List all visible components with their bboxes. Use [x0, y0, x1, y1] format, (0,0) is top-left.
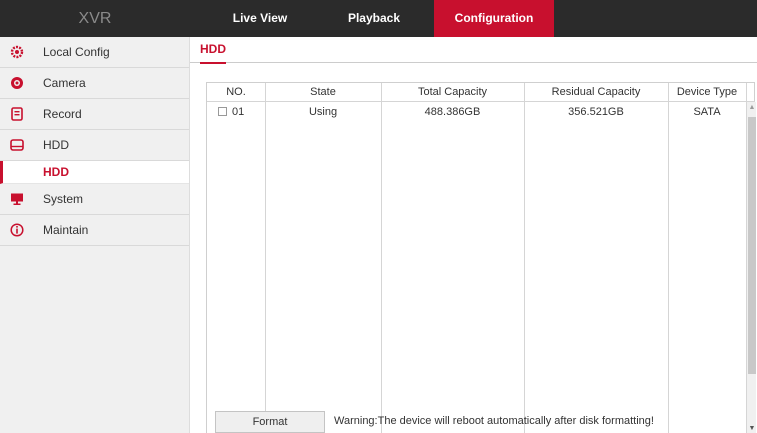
nav-tab-live-view[interactable]: Live View [214, 0, 306, 37]
sidebar-item-label: Camera [43, 76, 86, 90]
brand-logo: XVR [78, 10, 112, 27]
gear-icon [10, 45, 24, 59]
cell-device-type: SATA [693, 106, 721, 118]
table-row[interactable]: 01 [207, 102, 265, 122]
sidebar-item-hdd[interactable]: HDD [0, 130, 189, 161]
column-header-total-capacity: Total Capacity [381, 83, 524, 102]
column-divider [524, 83, 525, 433]
top-nav-bar: XVR Live View Playback Configuration [0, 0, 757, 37]
monitor-icon [11, 193, 23, 205]
header-spacer [746, 83, 755, 102]
info-icon [10, 223, 24, 237]
scroll-down-arrow-icon[interactable]: ▼ [747, 425, 757, 433]
table-scrollbar[interactable]: ▲ ▼ [746, 102, 756, 433]
sidebar-item-label: Local Config [43, 45, 110, 59]
sidebar-subitem-label: HDD [43, 165, 69, 179]
column-divider [668, 83, 669, 433]
column-divider [381, 83, 382, 433]
nav-tab-configuration[interactable]: Configuration [434, 0, 554, 37]
column-header-device-type: Device Type [668, 83, 746, 102]
sidebar-item-record[interactable]: Record [0, 99, 189, 130]
sidebar-item-camera[interactable]: Camera [0, 68, 189, 99]
camera-icon [11, 77, 23, 89]
cell-residual-capacity: 356.521GB [568, 106, 624, 118]
cell-state: Using [308, 106, 338, 118]
main-content: HDD NO. State Total Capacity Residual Ca… [190, 37, 757, 433]
sidebar-item-system[interactable]: System [0, 184, 189, 215]
column-header-no: NO. [207, 83, 265, 102]
scroll-thumb[interactable] [748, 117, 756, 374]
hdd-table: NO. State Total Capacity Residual Capaci… [206, 82, 756, 433]
hdd-icon [10, 139, 24, 151]
sidebar: Local Config Camera Record HDD HDD Syste… [0, 37, 190, 433]
sidebar-item-label: System [43, 192, 84, 206]
column-header-residual-capacity: Residual Capacity [524, 83, 668, 102]
nav-tab-playback[interactable]: Playback [323, 0, 425, 37]
sidebar-subitem-hdd[interactable]: HDD [0, 161, 189, 184]
tab-hdd[interactable]: HDD [200, 42, 226, 64]
cell-no: 01 [232, 106, 245, 118]
sidebar-item-label: Maintain [43, 223, 89, 237]
cell-total-capacity: 488.386GB [424, 106, 481, 118]
format-button[interactable]: Format [215, 411, 325, 433]
row-select-checkbox[interactable] [218, 107, 227, 116]
sidebar-item-local-config[interactable]: Local Config [0, 37, 189, 68]
scroll-up-arrow-icon[interactable]: ▲ [747, 104, 757, 112]
column-header-state: State [265, 83, 381, 102]
page-tab-bar: HDD [190, 37, 757, 64]
record-icon [11, 107, 23, 121]
sidebar-item-label: HDD [43, 138, 69, 152]
column-divider [265, 83, 266, 433]
sidebar-item-maintain[interactable]: Maintain [0, 215, 189, 246]
format-warning-text: Warning:The device will reboot automatic… [334, 415, 654, 427]
sidebar-item-label: Record [43, 107, 82, 121]
